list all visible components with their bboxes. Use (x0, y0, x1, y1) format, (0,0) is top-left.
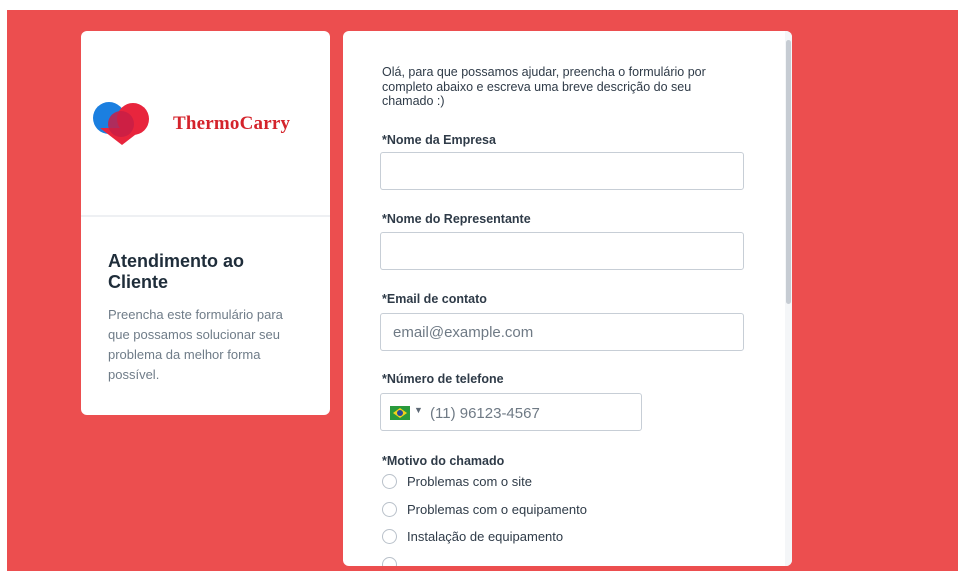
reason-label: *Motivo do chamado (382, 454, 505, 468)
brand-name: ThermoCarry (173, 113, 291, 134)
heart-logo-icon (93, 102, 149, 145)
radio-button[interactable] (382, 474, 397, 489)
chevron-down-icon[interactable]: ▼ (414, 405, 423, 415)
flag-globe (397, 410, 403, 416)
form-scrollbar[interactable] (785, 31, 792, 566)
brazil-flag-icon[interactable] (390, 406, 410, 420)
representative-name-label: *Nome do Representante (382, 212, 531, 226)
radio-button[interactable] (382, 502, 397, 517)
representative-name-input[interactable] (380, 232, 744, 270)
phone-label: *Número de telefone (382, 372, 504, 386)
info-card: ThermoCarry Atendimento ao Cliente Preen… (81, 31, 330, 415)
company-name-label: *Nome da Empresa (382, 133, 496, 147)
radio-button[interactable] (382, 529, 397, 544)
reason-option-site[interactable]: Problemas com o site (382, 474, 532, 489)
reason-option-label: Instalação de equipamento (407, 529, 564, 544)
phone-input[interactable] (428, 398, 632, 428)
radio-button[interactable] (382, 557, 397, 566)
reason-option-installation[interactable]: Instalação de equipamento (382, 529, 563, 544)
reason-option-equipment[interactable]: Problemas com o equipamento (382, 502, 587, 517)
reason-option-label: Problemas com o equipamento (407, 502, 587, 517)
company-name-input[interactable] (380, 152, 744, 190)
page-background: ThermoCarry Atendimento ao Cliente Preen… (7, 10, 958, 571)
sidebar-description: Preencha este formulário para que possam… (108, 307, 283, 382)
sidebar-title: Atendimento ao Cliente (108, 251, 245, 292)
reason-option-partial[interactable] (382, 557, 397, 566)
scrollbar-thumb[interactable] (786, 40, 791, 304)
email-input[interactable] (380, 313, 744, 351)
reason-option-label: Problemas com o site (407, 474, 532, 489)
phone-field: ▼ (380, 393, 642, 431)
form-intro: Olá, para que possamos ajudar, preencha … (382, 65, 706, 108)
logo-area: ThermoCarry (81, 31, 330, 217)
support-form: Olá, para que possamos ajudar, preencha … (343, 31, 792, 566)
email-label: *Email de contato (382, 292, 487, 306)
